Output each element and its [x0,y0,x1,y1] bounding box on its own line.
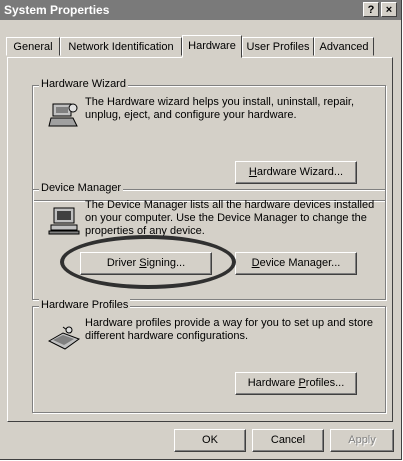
hardware-wizard-desc-line1: The Hardware wizard helps you install, u… [85,96,355,108]
ds-btn-post: igning... [146,257,186,269]
hardware-profiles-description: Hardware profiles provide a way for you … [85,317,373,343]
apply-button[interactable]: Apply [330,429,394,452]
window-title: System Properties [4,3,110,17]
ds-btn-pre: Driver [106,257,140,269]
ok-button[interactable]: OK [174,429,246,452]
device-manager-description: The Device Manager lists all the hardwar… [85,199,374,238]
device-manager-button[interactable]: Device Manager... [235,252,357,275]
hardware-profiles-button[interactable]: Hardware Profiles... [235,372,357,395]
hardware-wizard-group-label: Hardware Wizard [39,78,128,90]
device-manager-desc-line3: properties of any device. [85,225,205,237]
device-manager-group: Device Manager The Device Manager lists … [32,182,386,300]
device-manager-group-label: Device Manager [39,182,124,194]
tab-hardware[interactable]: Hardware [182,35,242,58]
hardware-profiles-desc-line1: Hardware profiles provide a way for you … [85,317,373,329]
hardware-profiles-icon [47,326,81,350]
tab-user-profiles[interactable]: User Profiles [242,37,314,56]
hp-btn-pre: Hardware [247,377,299,389]
hardware-wizard-icon [48,103,78,127]
hardware-tab-panel: Hardware Wizard The Hardware wizard help… [7,57,393,422]
computer-icon [48,207,80,235]
dm-btn-post: evice Manager... [259,257,341,269]
device-manager-desc-line1: The Device Manager lists all the hardwar… [85,199,375,211]
hardware-profiles-group-label: Hardware Profiles [39,299,131,311]
hardware-wizard-desc-line2: unplug, eject, and configure your hardwa… [85,109,297,121]
hardware-profiles-group: Hardware Profiles Hardware profiles prov… [32,299,386,413]
ds-btn-mnemonic: S [139,257,147,269]
close-button[interactable]: × [381,2,397,17]
driver-signing-button[interactable]: Driver Signing... [80,252,212,275]
hp-btn-post: rofiles... [305,377,345,389]
dm-btn-mnemonic: D [251,257,260,269]
tab-network-identification[interactable]: Network Identification [60,37,182,56]
hw-btn-post: ardware Wizard... [256,166,344,178]
hardware-wizard-description: The Hardware wizard helps you install, u… [85,96,354,122]
device-manager-desc-line2: on your computer. Use the Device Manager… [85,212,367,224]
hw-btn-mnemonic: H [248,166,257,178]
hardware-wizard-button[interactable]: Hardware Wizard... [235,161,357,184]
hp-btn-mnemonic: P [298,377,306,389]
tab-advanced[interactable]: Advanced [314,37,374,56]
hardware-profiles-desc-line2: different hardware configurations. [85,330,249,342]
tab-general[interactable]: General [6,37,60,56]
title-bar[interactable]: System Properties ? × [0,0,401,20]
cancel-button[interactable]: Cancel [252,429,324,452]
help-button[interactable]: ? [363,2,379,17]
system-properties-window: System Properties ? × General Network Id… [0,0,402,460]
